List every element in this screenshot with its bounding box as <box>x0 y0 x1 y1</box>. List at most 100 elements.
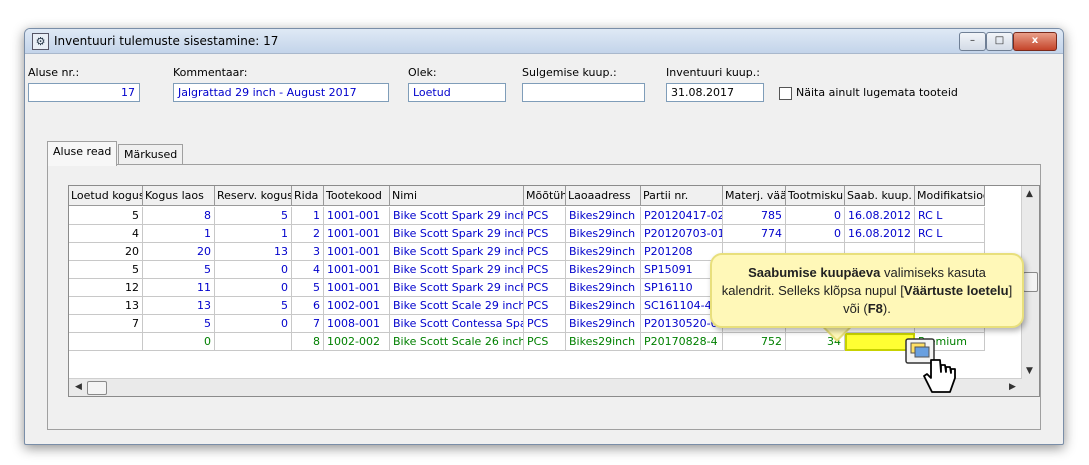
grid-cell[interactable]: 0 <box>215 315 292 333</box>
grid-cell[interactable]: Bikes29inch <box>566 297 641 315</box>
grid-cell[interactable]: PCS <box>524 315 566 333</box>
grid-cell[interactable]: 752 <box>723 333 786 351</box>
grid-cell[interactable]: Bike Scott Contessa Spar <box>390 315 524 333</box>
grid-cell[interactable]: 3 <box>292 243 324 261</box>
grid-cell[interactable]: PCS <box>524 207 566 225</box>
grid-cell[interactable]: Bikes29inch <box>566 225 641 243</box>
grid-cell[interactable]: 4 <box>292 261 324 279</box>
grid-cell[interactable]: 0 <box>215 279 292 297</box>
inventuuri-kuup-field[interactable]: 31.08.2017 <box>666 83 764 102</box>
unread-only-checkbox[interactable] <box>779 87 792 100</box>
table-row[interactable]: 4 <box>69 225 143 243</box>
grid-cell[interactable]: 8 <box>143 207 215 225</box>
grid-cell[interactable]: Bikes29inch <box>566 279 641 297</box>
grid-cell[interactable]: Bike Scott Scale 26 inch <box>390 333 524 351</box>
grid-cell[interactable]: PCS <box>524 297 566 315</box>
grid-cell[interactable]: 5 <box>215 207 292 225</box>
grid-cell[interactable]: 13 <box>215 243 292 261</box>
column-header-materj-vaartus[interactable]: Materj. väärtus <box>723 186 786 206</box>
grid-cell[interactable]: Bikes29inch <box>566 261 641 279</box>
grid-cell[interactable]: PCS <box>524 261 566 279</box>
grid-cell[interactable]: 1001-001 <box>324 261 390 279</box>
scroll-left-arrow-icon[interactable]: ◀ <box>71 382 86 392</box>
grid-cell[interactable]: 1001-001 <box>324 225 390 243</box>
grid-cell[interactable]: 8 <box>292 333 324 351</box>
column-header-reserv-kogus[interactable]: Reserv. kogus <box>215 186 292 206</box>
grid-cell[interactable]: Bikes29inch <box>566 243 641 261</box>
vertical-scroll-thumb[interactable] <box>1023 272 1038 292</box>
column-header-loetud-kogus[interactable]: Loetud kogus <box>69 186 143 206</box>
column-header-saab-kuup[interactable]: Saab. kuup. <box>845 186 915 206</box>
grid-cell[interactable]: 1001-001 <box>324 243 390 261</box>
grid-cell[interactable]: 1001-001 <box>324 279 390 297</box>
grid-cell[interactable]: 1 <box>215 225 292 243</box>
grid-cell[interactable]: Bike Scott Spark 29 inch <box>390 243 524 261</box>
table-row[interactable]: 20 <box>69 243 143 261</box>
grid-cell[interactable]: 6 <box>292 297 324 315</box>
grid-cell[interactable]: Bike Scott Spark 29 inch <box>390 207 524 225</box>
grid-cell[interactable]: 1 <box>143 225 215 243</box>
table-row[interactable]: 5 <box>69 261 143 279</box>
grid-cell[interactable]: 785 <box>723 207 786 225</box>
tab-aluse-read[interactable]: Aluse read <box>47 141 118 166</box>
column-header-rida[interactable]: Rida <box>292 186 324 206</box>
grid-cell[interactable]: 7 <box>292 315 324 333</box>
table-row[interactable]: 5 <box>69 207 143 225</box>
grid-cell[interactable]: Bikes29inch <box>566 333 641 351</box>
grid-cell[interactable]: 2 <box>292 225 324 243</box>
sulgemise-kuup-field[interactable] <box>522 83 645 102</box>
grid-cell[interactable]: PCS <box>524 243 566 261</box>
grid-cell[interactable]: 16.08.2012 <box>845 207 915 225</box>
kommentaar-field[interactable]: Jalgrattad 29 inch - August 2017 <box>173 83 389 102</box>
grid-cell[interactable]: RC L <box>915 225 985 243</box>
column-header-modifikatsioon[interactable]: Modifikatsioon <box>915 186 985 206</box>
grid-cell[interactable]: 5 <box>292 279 324 297</box>
column-header-tootekood[interactable]: Tootekood <box>324 186 390 206</box>
olek-field[interactable]: Loetud <box>408 83 506 102</box>
grid-cell[interactable]: P20120703-01 <box>641 225 723 243</box>
grid-cell[interactable]: Bike Scott Spark 29 inch <box>390 279 524 297</box>
table-row[interactable]: 12 <box>69 279 143 297</box>
column-header-kogus-laos[interactable]: Kogus laos <box>143 186 215 206</box>
grid-cell[interactable]: 5 <box>143 315 215 333</box>
grid-cell[interactable]: PCS <box>524 225 566 243</box>
grid-cell[interactable]: 5 <box>215 297 292 315</box>
grid-cell[interactable]: 16.08.2012 <box>845 225 915 243</box>
table-row[interactable] <box>69 333 143 351</box>
grid-cell[interactable]: 1008-001 <box>324 315 390 333</box>
grid-cell[interactable]: 1001-001 <box>324 207 390 225</box>
grid-cell[interactable]: 0 <box>786 207 845 225</box>
grid-cell[interactable]: Bike Scott Spark 29 inch <box>390 261 524 279</box>
column-header-mootuhik[interactable]: Mõõtühik <box>524 186 566 206</box>
grid-cell[interactable]: P20120417-02 <box>641 207 723 225</box>
table-row[interactable]: 13 <box>69 297 143 315</box>
grid-cell[interactable]: 0 <box>215 261 292 279</box>
grid-cell[interactable]: PCS <box>524 333 566 351</box>
minimize-button[interactable]: – <box>959 32 986 51</box>
horizontal-scroll-thumb[interactable] <box>87 381 107 395</box>
column-header-nimi[interactable]: Nimi <box>390 186 524 206</box>
grid-cell[interactable]: 20 <box>143 243 215 261</box>
grid-cell[interactable]: 774 <box>723 225 786 243</box>
grid-cell[interactable] <box>215 333 292 351</box>
grid-cell[interactable]: P20170828-4 <box>641 333 723 351</box>
grid-cell[interactable]: Bikes29inch <box>566 207 641 225</box>
aluse-nr-field[interactable]: 17 <box>28 83 140 102</box>
grid-cell[interactable]: 13 <box>143 297 215 315</box>
column-header-partii-nr[interactable]: Partii nr. <box>641 186 723 206</box>
grid-cell[interactable]: Bike Scott Spark 29 inch <box>390 225 524 243</box>
scroll-down-arrow-icon[interactable]: ▼ <box>1022 366 1037 376</box>
horizontal-scrollbar[interactable]: ◀ ▶ <box>69 378 1022 396</box>
grid-cell[interactable]: 1 <box>292 207 324 225</box>
grid-cell[interactable]: 1002-002 <box>324 333 390 351</box>
maximize-button[interactable]: □ <box>986 32 1013 51</box>
grid-cell[interactable]: Bikes29inch <box>566 315 641 333</box>
grid-cell[interactable]: 0 <box>143 333 215 351</box>
grid-cell[interactable]: 0 <box>786 225 845 243</box>
grid-cell[interactable]: 1002-001 <box>324 297 390 315</box>
grid-cell[interactable]: PCS <box>524 279 566 297</box>
column-header-tootmiskulu[interactable]: Tootmiskulu <box>786 186 845 206</box>
close-button[interactable]: x <box>1013 32 1057 51</box>
grid-cell[interactable]: 5 <box>143 261 215 279</box>
table-row[interactable]: 7 <box>69 315 143 333</box>
